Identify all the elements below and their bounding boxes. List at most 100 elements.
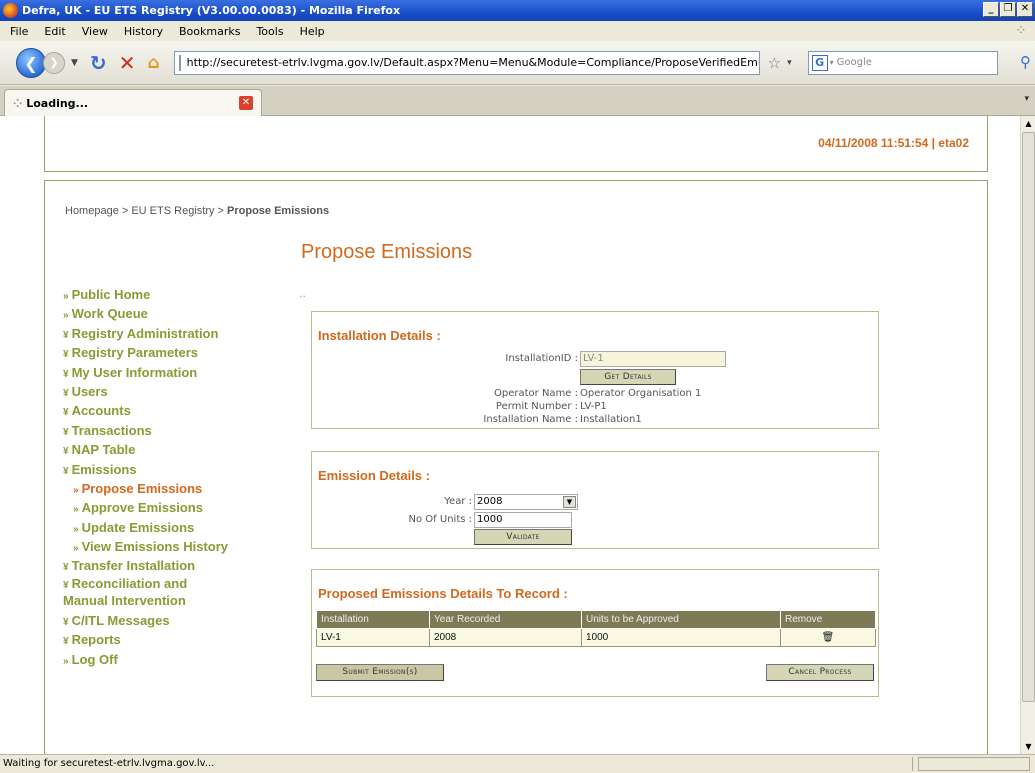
installation-id-label: InstallationID : [505,353,578,364]
permit-number-value: LV-P1 [580,401,607,412]
units-label: No Of Units : [408,514,472,525]
progress-cell [918,757,1030,771]
installation-details-panel: Installation Details : InstallationID : … [311,311,879,429]
restore-button[interactable]: ❐ [1000,2,1016,17]
vertical-scrollbar[interactable]: ▲ ▼ [1020,116,1035,754]
sidebar-item-reports[interactable]: ¥ Reports [63,630,228,649]
sidebar-item-citl-messages[interactable]: ¥ C/ITL Messages [63,611,228,630]
reload-icon[interactable]: ↻ [90,51,107,75]
status-bar: Waiting for securetest-etrlv.lvgma.gov.l… [0,754,1035,772]
permit-number-label: Permit Number : [495,401,578,412]
close-window-button[interactable]: ✕ [1017,2,1033,17]
installation-name-value: Installation1 [580,414,642,425]
menu-edit[interactable]: Edit [36,25,73,38]
menu-help[interactable]: Help [292,25,333,38]
cell-units: 1000 [581,628,781,647]
search-engine-dropdown-icon[interactable]: ▾ [830,58,834,67]
sidebar-item-nap-table[interactable]: ¥ NAP Table [63,440,228,459]
sidebar-item-transactions[interactable]: ¥ Transactions [63,421,228,440]
sidebar-item-public-home[interactable]: » Public Home [63,285,228,304]
sidebar-item-update-emissions[interactable]: » Update Emissions [63,518,228,537]
tab-loading[interactable]: ⁘ Loading... ✕ [4,89,262,116]
minimize-button[interactable]: _ [983,2,999,17]
operator-name-value: Operator Organisation 1 [580,388,702,399]
proposed-emissions-heading: Proposed Emissions Details To Record : [318,586,568,601]
menu-view[interactable]: View [74,25,116,38]
url-dropdown-icon[interactable]: ▾ [787,58,792,68]
cell-installation: LV-1 [316,628,430,647]
sidebar-item-approve-emissions[interactable]: » Approve Emissions [63,498,228,517]
sidebar-item-my-user-information[interactable]: ¥ My User Information [63,363,228,382]
units-field[interactable]: 1000 [474,512,572,528]
address-url: http://securetest-etrlv.lvgma.gov.lv/Def… [186,56,760,69]
sidebar-item-reconciliation[interactable]: ¥ Reconciliation and Manual Intervention [63,576,223,611]
menu-tools[interactable]: Tools [248,25,291,38]
breadcrumb-current: Propose Emissions [227,205,330,217]
bookmark-star-icon[interactable]: ☆ [768,54,781,72]
sidebar-nav: » Public Home » Work Queue ¥ Registry Admin… [63,285,228,669]
validate-button[interactable]: Validate [474,529,572,545]
search-box[interactable]: G ▾ Google [807,50,998,75]
sidebar-item-registry-parameters[interactable]: ¥ Registry Parameters [63,343,228,362]
tab-bar: ⁘ Loading... ✕ ▾ [0,86,1035,116]
breadcrumb: Homepage > EU ETS Registry > Propose Emi… [65,205,329,217]
google-icon[interactable]: G [811,54,828,71]
search-go-icon[interactable]: ⚲ [1020,53,1031,71]
history-dropdown-icon[interactable]: ▼ [71,58,78,68]
tab-list-icon[interactable]: ▾ [1024,94,1029,104]
column-installation: Installation [316,610,430,629]
menu-history[interactable]: History [116,25,171,38]
proposed-emissions-table: Installation Year Recorded Units to be A… [316,610,876,647]
year-select[interactable]: 2008 ▼ [474,494,578,510]
scroll-down-icon[interactable]: ▼ [1022,739,1035,754]
navigation-toolbar: ❮ ❯ ▼ ↻ ✕ ⌂ http://securetest-etrlv.lvgm… [0,41,1035,85]
forward-button[interactable]: ❯ [43,51,65,74]
tab-close-icon[interactable]: ✕ [239,96,253,110]
installation-name-label: Installation Name : [483,414,578,425]
sidebar-item-view-emissions-history[interactable]: » View Emissions History [63,537,228,556]
column-units: Units to be Approved [581,610,781,629]
firefox-icon [3,3,18,18]
search-placeholder: Google [836,57,872,68]
breadcrumb-path[interactable]: Homepage > EU ETS Registry > [65,205,227,217]
throbber-icon: ⁘ [1015,23,1027,39]
sidebar-item-accounts[interactable]: ¥ Accounts [63,401,228,420]
scroll-up-icon[interactable]: ▲ [1022,116,1035,131]
sidebar-item-log-off[interactable]: » Log Off [63,650,228,669]
year-label: Year : [444,496,472,507]
sidebar-item-users[interactable]: ¥ Users [63,382,228,401]
menu-file[interactable]: File [2,25,36,38]
year-dropdown-icon[interactable]: ▼ [563,496,576,508]
sidebar-item-work-queue[interactable]: » Work Queue [63,304,228,323]
table-row: LV-1 2008 1000 🗑 [316,628,876,647]
cancel-process-button[interactable]: Cancel Process [766,664,874,681]
datetime-user-stamp: 04/11/2008 11:51:54 | eta02 [818,136,969,150]
get-details-button[interactable]: Get Details [580,369,676,385]
loading-icon: ⁘ [13,96,23,110]
stop-icon[interactable]: ✕ [119,51,136,75]
back-button[interactable]: ❮ [16,47,46,78]
remove-icon[interactable]: 🗑 [780,628,876,647]
sidebar-item-emissions[interactable]: ¥ Emissions [63,460,228,479]
emission-details-panel: Emission Details : Year : 2008 ▼ No Of U… [311,451,879,549]
column-year-recorded: Year Recorded [429,610,582,629]
scrollbar-thumb[interactable] [1022,132,1035,702]
submit-emissions-button[interactable]: Submit Emission(s) [316,664,444,681]
sidebar-item-transfer-installation[interactable]: ¥ Transfer Installation [63,556,228,575]
cell-year: 2008 [429,628,582,647]
installation-id-field[interactable]: LV-1 [580,351,726,367]
column-remove: Remove [780,610,876,629]
sidebar-item-propose-emissions[interactable]: » Propose Emissions [63,479,228,498]
home-icon[interactable]: ⌂ [147,53,159,73]
status-text: Waiting for securetest-etrlv.lvgma.gov.l… [3,758,215,769]
sidebar-item-registry-administration[interactable]: ¥ Registry Administration [63,324,228,343]
page-header: 04/11/2008 11:51:54 | eta02 [44,116,988,172]
address-bar[interactable]: http://securetest-etrlv.lvgma.gov.lv/Def… [173,50,760,75]
menu-bookmarks[interactable]: Bookmarks [171,25,248,38]
tab-label: Loading... [26,96,89,110]
emission-details-heading: Emission Details : [318,468,430,483]
window-titlebar: Defra, UK - EU ETS Registry (V3.00.00.00… [0,0,1035,21]
menu-bar: File Edit View History Bookmarks Tools H… [0,21,1035,41]
content-area: Homepage > EU ETS Registry > Propose Emi… [44,180,988,754]
proposed-emissions-panel: Proposed Emissions Details To Record : I… [311,569,879,697]
